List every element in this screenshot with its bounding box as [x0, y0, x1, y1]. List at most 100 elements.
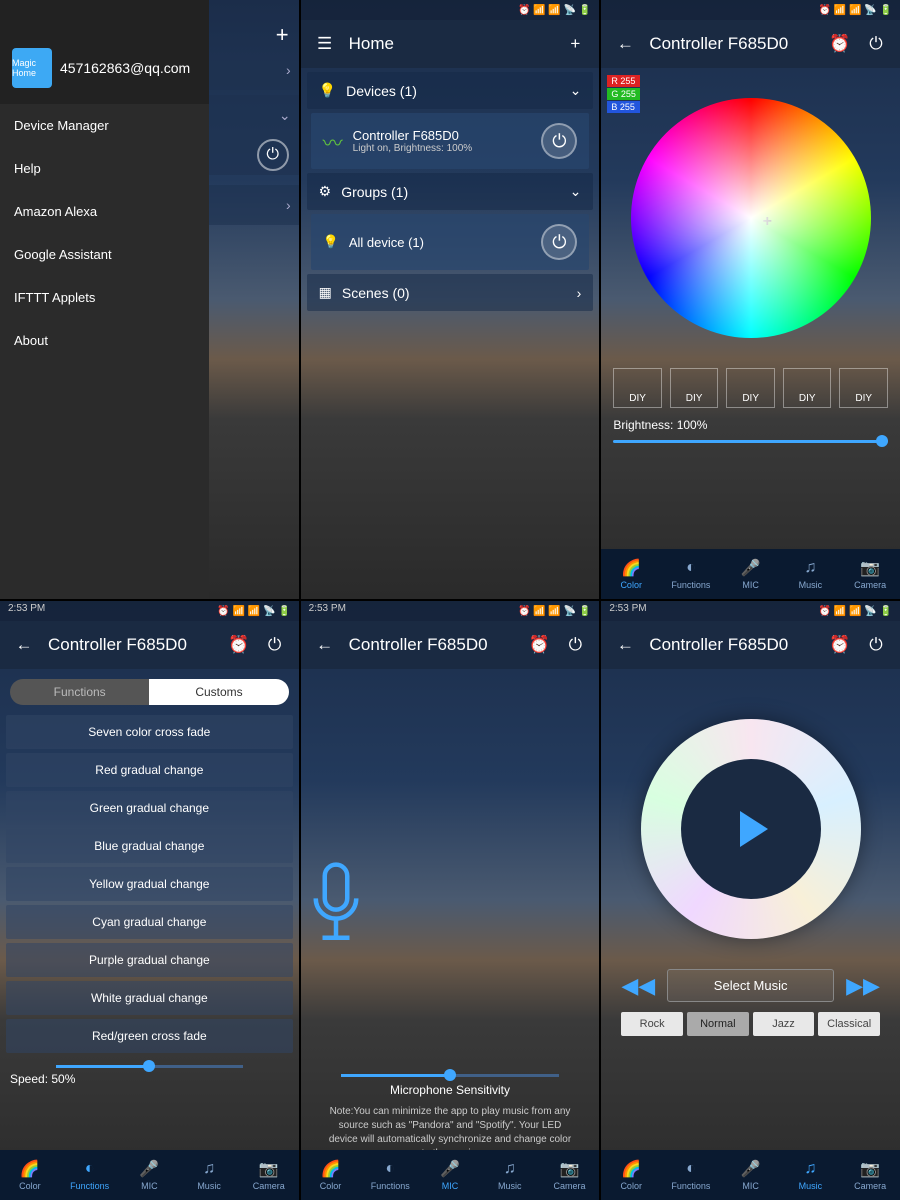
genre-classical[interactable]: Classical	[818, 1012, 880, 1036]
power-button[interactable]: ⏻	[541, 224, 577, 260]
back-icon[interactable]: ←	[12, 633, 36, 657]
page-title: Controller F685D0	[649, 635, 788, 655]
tab-camera[interactable]: 📷Camera	[540, 1150, 600, 1200]
section-scenes[interactable]: ▦ Scenes (0) ›	[307, 274, 594, 311]
brightness-slider[interactable]	[613, 440, 888, 443]
color-wheel[interactable]: +	[631, 98, 871, 338]
bulb-icon: 💡	[319, 82, 336, 99]
next-button[interactable]: ▶▶	[846, 973, 880, 999]
tab-mic[interactable]: 🎤MIC	[721, 1150, 781, 1200]
menu-alexa[interactable]: Amazon Alexa	[0, 190, 209, 233]
add-icon[interactable]: +	[276, 22, 289, 48]
segment-control[interactable]: Functions Customs	[10, 679, 289, 705]
tab-color[interactable]: 🌈Color	[0, 1150, 60, 1200]
function-item[interactable]: Purple gradual change	[6, 943, 293, 977]
nav-drawer: Magic Home 457162863@qq.com Device Manag…	[0, 0, 209, 599]
sensitivity-slider[interactable]	[341, 1074, 560, 1077]
mic-note: Note:You can minimize the app to play mu…	[301, 1097, 600, 1150]
microphone-icon[interactable]	[301, 859, 371, 949]
device-status: Light on, Brightness: 100%	[353, 143, 473, 154]
tab-camera[interactable]: 📷Camera	[840, 1150, 900, 1200]
speed-slider[interactable]	[56, 1065, 243, 1068]
diy-preset[interactable]: DIY	[839, 368, 888, 408]
tab-functions[interactable]: ◐Functions	[661, 1150, 721, 1200]
genre-normal[interactable]: Normal	[687, 1012, 749, 1036]
tab-color[interactable]: 🌈Color	[601, 1150, 661, 1200]
power-icon[interactable]: ⏻	[864, 633, 888, 657]
genre-rock[interactable]: Rock	[621, 1012, 683, 1036]
alarm-icon[interactable]: ⏰	[527, 633, 551, 657]
tab-mic[interactable]: 🎤MIC	[420, 1150, 480, 1200]
tab-color[interactable]: 🌈Color	[601, 549, 661, 599]
menu-ifttt[interactable]: IFTTT Applets	[0, 276, 209, 319]
menu-google[interactable]: Google Assistant	[0, 233, 209, 276]
tab-mic[interactable]: 🎤MIC	[721, 549, 781, 599]
group-icon: ⚙	[319, 183, 332, 200]
prev-button[interactable]: ◀◀	[621, 973, 655, 999]
function-item[interactable]: Yellow gradual change	[6, 867, 293, 901]
tab-functions[interactable]: ◐Functions	[661, 549, 721, 599]
chevron-right-icon: ›	[286, 62, 291, 78]
play-button[interactable]	[740, 811, 768, 847]
function-item[interactable]: Red gradual change	[6, 753, 293, 787]
screen-drawer: + › ⌄ ⏻ › Magic Home 457162863@qq.com De…	[0, 0, 299, 599]
power-icon[interactable]: ⏻	[257, 139, 289, 171]
user-email: 457162863@qq.com	[60, 60, 190, 76]
segment-functions[interactable]: Functions	[10, 679, 149, 705]
tab-camera[interactable]: 📷Camera	[239, 1150, 299, 1200]
tab-mic[interactable]: 🎤MIC	[119, 1150, 179, 1200]
function-item[interactable]: Red/green cross fade	[6, 1019, 293, 1053]
back-icon[interactable]: ←	[613, 633, 637, 657]
section-label: Groups (1)	[341, 184, 408, 200]
power-button[interactable]: ⏻	[541, 123, 577, 159]
chevron-right-icon: ›	[286, 197, 291, 213]
tab-music[interactable]: ♫Music	[781, 1150, 841, 1200]
genre-jazz[interactable]: Jazz	[753, 1012, 815, 1036]
alarm-icon[interactable]: ⏰	[227, 633, 251, 657]
tab-camera[interactable]: 📷Camera	[840, 549, 900, 599]
tab-color[interactable]: 🌈Color	[301, 1150, 361, 1200]
diy-preset[interactable]: DIY	[670, 368, 719, 408]
screen-color: ⏰ 📶 📶 📡 🔋 ← Controller F685D0 ⏰ ⏻ R 255 …	[601, 0, 900, 599]
section-label: Scenes (0)	[342, 285, 410, 301]
segment-customs[interactable]: Customs	[149, 679, 288, 705]
bulb-icon: 💡	[323, 234, 339, 250]
chevron-down-icon: ⌄	[279, 107, 291, 124]
tab-functions[interactable]: ◐Functions	[60, 1150, 120, 1200]
power-icon[interactable]: ⏻	[263, 633, 287, 657]
alarm-icon[interactable]: ⏰	[828, 633, 852, 657]
tab-functions[interactable]: ◐Functions	[360, 1150, 420, 1200]
menu-about[interactable]: About	[0, 319, 209, 362]
function-item[interactable]: Cyan gradual change	[6, 905, 293, 939]
function-item[interactable]: Seven color cross fade	[6, 715, 293, 749]
section-devices[interactable]: 💡 Devices (1) ⌄	[307, 72, 594, 109]
diy-preset[interactable]: DIY	[726, 368, 775, 408]
menu-help[interactable]: Help	[0, 147, 209, 190]
function-item[interactable]: White gradual change	[6, 981, 293, 1015]
power-icon[interactable]: ⏻	[864, 32, 888, 56]
power-icon[interactable]: ⏻	[563, 633, 587, 657]
section-label: Devices (1)	[346, 83, 417, 99]
add-icon[interactable]: +	[563, 32, 587, 56]
device-icon: 〰	[323, 127, 343, 156]
device-row[interactable]: 〰 Controller F685D0 Light on, Brightness…	[311, 113, 590, 169]
menu-icon[interactable]: ☰	[313, 32, 337, 56]
cd-visual	[641, 719, 861, 939]
section-groups[interactable]: ⚙ Groups (1) ⌄	[307, 173, 594, 210]
chevron-right-icon: ›	[577, 285, 582, 301]
menu-device-manager[interactable]: Device Manager	[0, 104, 209, 147]
select-music-button[interactable]: Select Music	[667, 969, 834, 1002]
alarm-icon[interactable]: ⏰	[828, 32, 852, 56]
group-row[interactable]: 💡 All device (1) ⏻	[311, 214, 590, 270]
back-icon[interactable]: ←	[313, 633, 337, 657]
function-item[interactable]: Green gradual change	[6, 791, 293, 825]
tab-music[interactable]: ♫Music	[179, 1150, 239, 1200]
back-icon[interactable]: ←	[613, 32, 637, 56]
chevron-down-icon: ⌄	[570, 82, 582, 99]
function-item[interactable]: Blue gradual change	[6, 829, 293, 863]
diy-preset[interactable]: DIY	[783, 368, 832, 408]
page-title: Controller F685D0	[649, 34, 788, 54]
tab-music[interactable]: ♫Music	[480, 1150, 540, 1200]
tab-music[interactable]: ♫Music	[781, 549, 841, 599]
diy-preset[interactable]: DIY	[613, 368, 662, 408]
